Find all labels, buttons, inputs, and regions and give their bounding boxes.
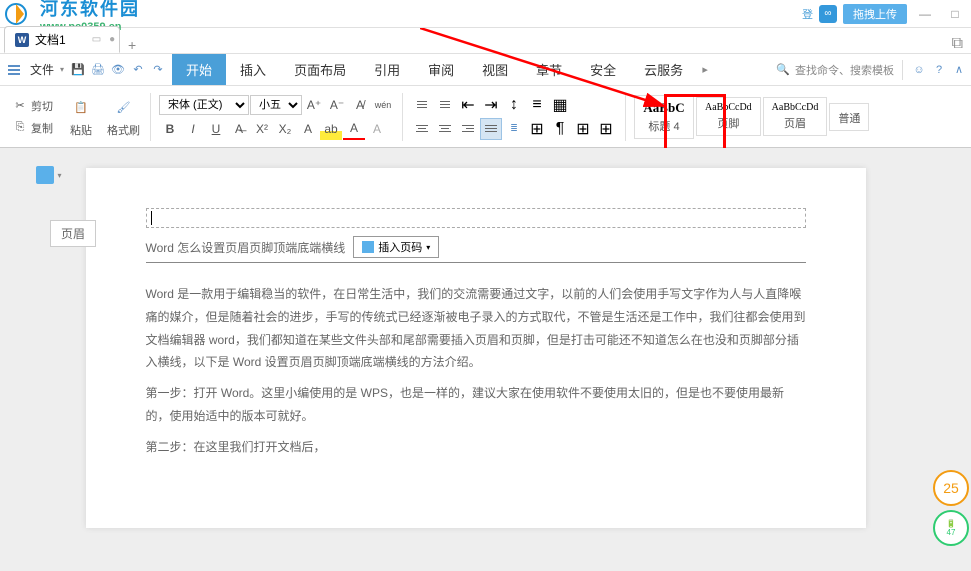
tab-insert[interactable]: 插入: [226, 54, 280, 85]
align-center-icon[interactable]: [434, 118, 456, 140]
font-family-select[interactable]: 宋体 (正文): [159, 95, 249, 115]
paragraph: 第一步：打开 Word。这里小编使用的是 WPS，也是一样的，建议大家在使用软件…: [146, 382, 806, 428]
header-section-icon[interactable]: ▾: [36, 166, 62, 184]
undo-icon[interactable]: ↶: [130, 62, 146, 78]
char-shading-button[interactable]: A: [366, 118, 388, 140]
chevron-down-icon: ▾: [426, 243, 430, 252]
collapse-ribbon-icon[interactable]: ∧: [951, 62, 967, 78]
style-header[interactable]: AaBbCcDd 页眉: [763, 97, 828, 136]
document-tab[interactable]: W 文档1 ▭ ●: [4, 26, 120, 53]
tab-cloud[interactable]: 云服务: [630, 54, 697, 85]
header-text: Word 怎么设置页眉页脚顶端底端横线: [146, 239, 346, 256]
superscript-button[interactable]: X²: [251, 118, 273, 140]
maximize-icon[interactable]: □: [943, 4, 967, 24]
strikethrough-button[interactable]: A̶: [228, 118, 250, 140]
align-right-icon[interactable]: [457, 118, 479, 140]
header-edit-area[interactable]: [146, 208, 806, 228]
style-footer[interactable]: AaBbCcDd 页脚: [696, 97, 761, 136]
document-body[interactable]: Word 是一款用于编辑稳当的软件，在日常生活中，我们的交流需要通过文字，以前的…: [146, 283, 806, 459]
text-direction-icon[interactable]: ↕: [503, 94, 525, 116]
status-badge-1[interactable]: 25: [933, 470, 969, 506]
cloud-sync-icon[interactable]: ∞: [819, 5, 837, 23]
align-justify-icon[interactable]: [480, 118, 502, 140]
header-label-badge: 页眉: [50, 220, 96, 247]
shading-icon[interactable]: ▦: [549, 94, 571, 116]
increase-indent-icon[interactable]: ⇥: [480, 94, 502, 116]
line-spacing-icon[interactable]: ≡: [526, 94, 548, 116]
copy-icon: ⎘: [12, 120, 28, 136]
file-menu[interactable]: 文件: [26, 57, 58, 82]
distribute-icon[interactable]: ≣: [503, 118, 525, 140]
text-effect-button[interactable]: A: [297, 118, 319, 140]
page-number-icon: [362, 241, 374, 253]
tab-reference[interactable]: 引用: [360, 54, 414, 85]
new-tab-button[interactable]: +: [120, 37, 144, 53]
minimize-icon[interactable]: —: [913, 4, 937, 24]
app-logo-icon: [4, 2, 36, 26]
upload-button[interactable]: 拖拽上传: [843, 4, 907, 24]
status-badge-2[interactable]: 🔋47: [933, 510, 969, 546]
print-icon[interactable]: 🖨: [90, 62, 106, 78]
word-doc-icon: W: [15, 33, 29, 47]
scissors-icon: ✂: [12, 98, 28, 114]
tab-security[interactable]: 安全: [576, 54, 630, 85]
insert-pagecode-button[interactable]: 插入页码 ▾: [353, 236, 439, 258]
borders-icon[interactable]: ⊞: [595, 118, 617, 140]
subscript-button[interactable]: X₂: [274, 118, 296, 140]
tab-settings-icon[interactable]: ⊞: [526, 118, 548, 140]
tab-section[interactable]: 章节: [522, 54, 576, 85]
preview-icon[interactable]: 👁: [110, 62, 126, 78]
brush-icon: 🖌: [112, 95, 136, 119]
italic-button[interactable]: I: [182, 118, 204, 140]
tab-view[interactable]: 视图: [468, 54, 522, 85]
highlight-button[interactable]: ab: [320, 118, 342, 140]
login-link[interactable]: 登: [802, 6, 813, 22]
shrink-font-icon[interactable]: A⁻: [326, 94, 348, 116]
borders1-icon[interactable]: ⊞: [572, 118, 594, 140]
bullet-list-icon[interactable]: [411, 94, 433, 116]
feedback-icon[interactable]: ☺: [911, 62, 927, 78]
help-icon[interactable]: ?: [931, 62, 947, 78]
chevron-down-icon: ▾: [58, 171, 62, 180]
show-marks-icon[interactable]: ¶: [549, 118, 571, 140]
style-heading4[interactable]: AaBbC 标题 4: [634, 95, 694, 139]
clear-format-icon[interactable]: A̸: [349, 94, 371, 116]
document-icon: [36, 166, 54, 184]
app-logo-text: 河东软件园: [40, 0, 140, 21]
copy-button[interactable]: ⎘复制: [8, 118, 57, 138]
grow-font-icon[interactable]: A⁺: [303, 94, 325, 116]
align-left-icon[interactable]: [411, 118, 433, 140]
search-icon: 🔍: [775, 62, 791, 78]
paragraph: 第二步：在这里我们打开文档后，: [146, 436, 806, 459]
save-icon[interactable]: 💾: [70, 62, 86, 78]
style-normal[interactable]: 普通: [829, 103, 869, 131]
tab-review[interactable]: 审阅: [414, 54, 468, 85]
cut-button[interactable]: ✂剪切: [8, 96, 57, 116]
paste-button[interactable]: 📋 粘贴: [63, 93, 99, 140]
number-list-icon[interactable]: [434, 94, 456, 116]
search-command-input[interactable]: 查找命令、搜索模板: [795, 62, 894, 78]
hamburger-menu-icon[interactable]: [4, 65, 24, 75]
tab-layout[interactable]: 页面布局: [280, 54, 360, 85]
tab-label: 文档1: [35, 31, 66, 48]
pinyin-icon[interactable]: wén: [372, 94, 394, 116]
cloud-menu-icon[interactable]: ▸: [697, 62, 713, 78]
layout-mode-icon[interactable]: ▭: [92, 34, 101, 45]
font-size-select[interactable]: 小五: [250, 95, 302, 115]
decrease-indent-icon[interactable]: ⇤: [457, 94, 479, 116]
paste-icon: 📋: [69, 95, 93, 119]
format-painter-button[interactable]: 🖌 格式刷: [101, 93, 146, 140]
paragraph: Word 是一款用于编辑稳当的软件，在日常生活中，我们的交流需要通过文字，以前的…: [146, 283, 806, 374]
underline-button[interactable]: U: [205, 118, 227, 140]
font-color-button[interactable]: A: [343, 118, 365, 140]
tab-home[interactable]: 开始: [172, 54, 226, 85]
tab-close-icon[interactable]: ●: [109, 34, 115, 45]
window-restore-icon[interactable]: ⧉: [944, 35, 971, 53]
redo-icon[interactable]: ↷: [150, 62, 166, 78]
bold-button[interactable]: B: [159, 118, 181, 140]
